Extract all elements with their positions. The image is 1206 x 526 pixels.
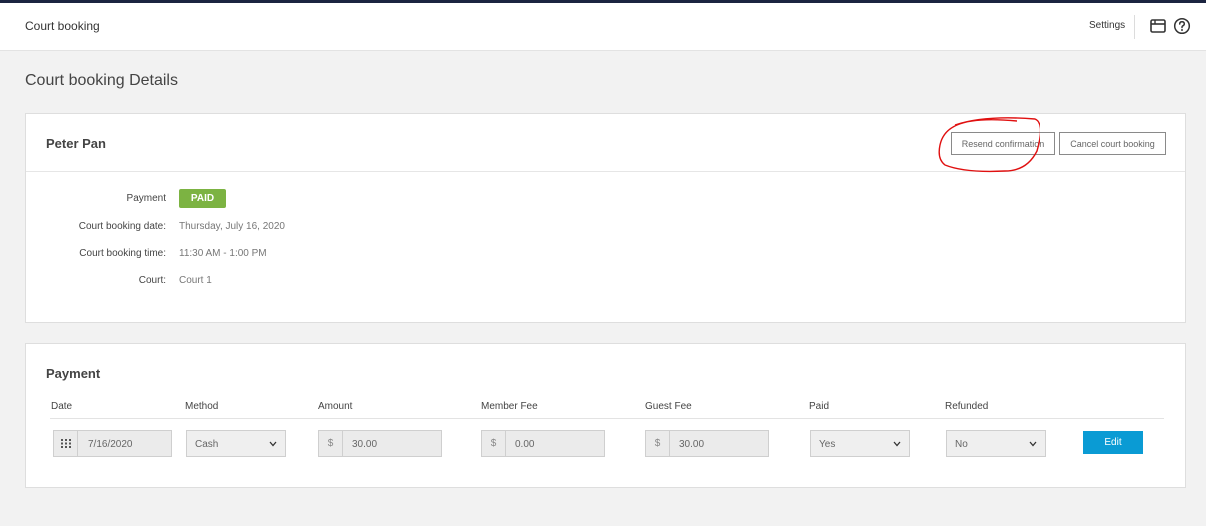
amount-field[interactable]: $ 30.00: [318, 430, 442, 457]
payment-method-value: Cash: [195, 439, 219, 450]
payment-section-title: Payment: [46, 366, 101, 381]
refunded-select[interactable]: No: [946, 430, 1046, 457]
refunded-value: No: [955, 439, 968, 450]
settings-link[interactable]: Settings: [1089, 20, 1125, 31]
booking-date-value: Thursday, July 16, 2020: [179, 221, 285, 232]
booking-time-label: Court booking time:: [79, 248, 166, 259]
paid-select[interactable]: Yes: [810, 430, 910, 457]
booking-person-name: Peter Pan: [46, 136, 106, 151]
help-icon[interactable]: [1173, 17, 1191, 35]
column-header-amount: Amount: [318, 401, 353, 412]
member-fee-field[interactable]: $ 0.00: [481, 430, 605, 457]
calendar-window-icon[interactable]: [1149, 17, 1167, 35]
cancel-court-booking-button[interactable]: Cancel court booking: [1059, 132, 1166, 155]
payment-date-field[interactable]: 7/16/2020: [53, 430, 172, 457]
column-header-refunded: Refunded: [945, 401, 989, 412]
booking-date-label: Court booking date:: [78, 221, 166, 232]
booking-card-header: Peter Pan Resend confirmation Cancel cou…: [26, 114, 1185, 172]
member-fee-value: 0.00: [515, 439, 535, 450]
column-header-guest-fee: Guest Fee: [645, 401, 692, 412]
chevron-down-icon: [893, 441, 901, 447]
payment-method-select[interactable]: Cash: [186, 430, 286, 457]
guest-fee-field[interactable]: $ 30.00: [645, 430, 769, 457]
page-title: Court booking Details: [25, 72, 178, 89]
resend-confirmation-button[interactable]: Resend confirmation: [951, 132, 1055, 155]
column-header-date: Date: [51, 401, 73, 412]
column-header-paid: Paid: [809, 401, 830, 412]
header-divider: [1134, 15, 1135, 39]
edit-payment-button[interactable]: Edit: [1083, 431, 1143, 454]
guest-fee-currency-prefix: $: [646, 431, 670, 456]
calendar-grid-icon[interactable]: [54, 431, 78, 456]
court-label: Court:: [138, 275, 166, 286]
booking-details-card: Peter Pan Resend confirmation Cancel cou…: [25, 113, 1186, 323]
payment-card: Payment Date Method Amount Member Fee Gu…: [25, 343, 1186, 488]
amount-currency-prefix: $: [319, 431, 343, 456]
column-header-method: Method: [185, 401, 219, 412]
booking-time-value: 11:30 AM - 1:00 PM: [179, 248, 267, 259]
paid-status-badge: PAID: [179, 189, 226, 208]
app-title: Court booking: [25, 19, 100, 33]
guest-fee-value: 30.00: [679, 439, 705, 450]
app-header: Court booking Settings: [0, 3, 1206, 51]
chevron-down-icon: [1029, 441, 1037, 447]
column-header-divider: [50, 418, 1164, 419]
payment-date-value: 7/16/2020: [88, 439, 133, 450]
member-fee-currency-prefix: $: [482, 431, 506, 456]
paid-value: Yes: [819, 439, 836, 450]
column-header-member-fee: Member Fee: [481, 401, 538, 412]
amount-value: 30.00: [352, 439, 378, 450]
court-value: Court 1: [179, 275, 212, 286]
chevron-down-icon: [269, 441, 277, 447]
payment-label: Payment: [126, 193, 166, 204]
